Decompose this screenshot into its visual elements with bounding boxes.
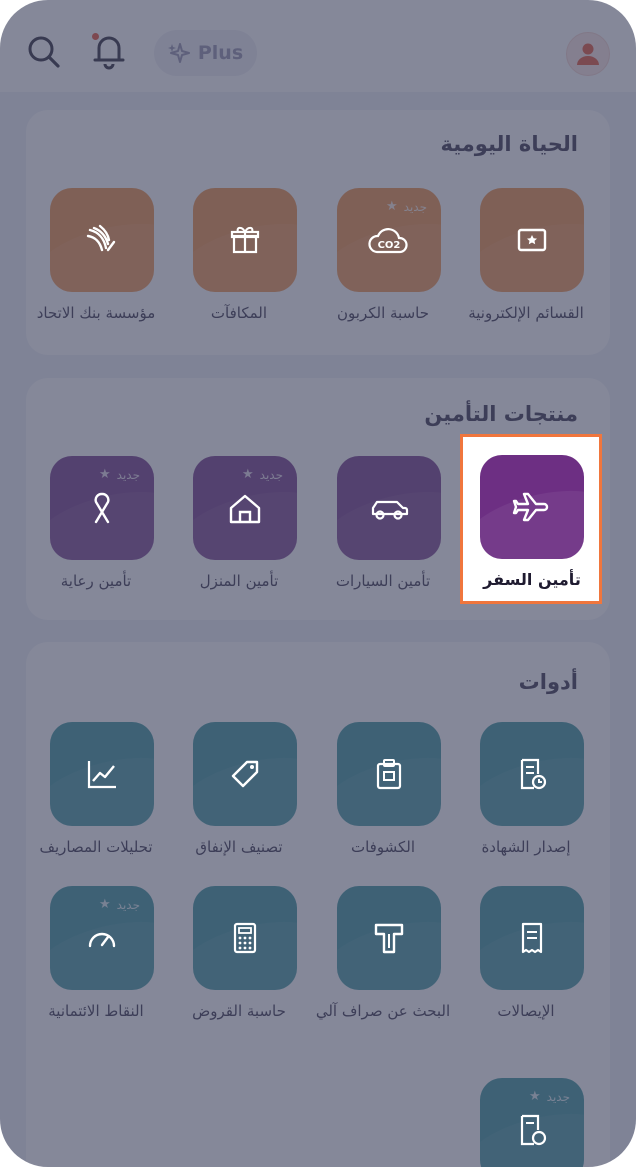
new-badge-label: جديد [259,467,283,482]
plus-button[interactable]: Plus [154,30,257,76]
tile-icon-bg: جديد ★ CO2 [337,188,441,292]
tile-icon-bg [480,886,584,990]
tile-icon-bg [193,722,297,826]
page: Plus الحياة اليومية القسائم الإلكترونية … [0,0,636,1167]
tag-icon [231,760,259,788]
plus-label: Plus [197,42,244,64]
document-clock-icon [520,1114,547,1146]
star-icon: ★ [98,897,111,912]
app-screen: Plus الحياة اليومية القسائم الإلكترونية … [0,0,636,1167]
tile-icon-bg [337,456,441,560]
tile-icon-bg [193,188,297,292]
new-badge: جديد ★ [99,467,140,482]
tile-label: المكافآت [210,304,268,322]
tile-icon-bg [50,188,154,292]
new-badge: جديد ★ [99,897,140,912]
airplane-icon [512,492,549,522]
tile-label: القسائم الإلكترونية [468,304,584,322]
tile-icon-bg: جديد ★ [50,456,154,560]
tile-icon-bg: جديد ★ [193,456,297,560]
new-badge: جديد ★ [386,199,427,214]
tile-icon-bg [50,722,154,826]
statements-icon [376,759,402,790]
tile-label: حاسبة الكربون [337,304,429,322]
new-badge: جديد ★ [242,467,283,482]
tile-label: إصدار الشهادة [481,838,571,856]
tile-label: البحث عن صراف آلي [315,1002,451,1020]
tile-label: حاسبة القروض [192,1002,286,1020]
tile-label: مؤسسة بنك الاتحاد [36,304,156,322]
new-badge-label: جديد [116,467,140,482]
tile-icon-bg [193,886,297,990]
tile-label: تأمين رعاية [60,572,132,590]
star-icon: ★ [98,467,111,482]
tools-section: أدوات إصدار الشهادة الكشوفات تصنيف الإنف… [26,642,610,1167]
car-icon [371,500,409,520]
tile-icon-bg [480,722,584,826]
tile-icon-bg: جديد ★ [50,886,154,990]
daily-life-section: الحياة اليومية القسائم الإلكترونية جديد ★… [26,110,610,355]
tile-label: تأمين المنزل [199,572,279,590]
new-badge-label: جديد [546,1089,570,1104]
co2-cloud-icon: CO2 [368,228,408,254]
insurance-title: منتجات التأمين [424,402,578,426]
ribbon-icon [94,492,110,524]
gauge-icon [88,932,116,948]
gift-icon [230,226,260,254]
new-badge-label: جديد [116,897,140,912]
receipt-icon [521,922,543,954]
tile-label: تحليلات المصاريف [39,838,153,856]
search-button[interactable] [22,30,66,74]
search-icon [28,36,60,68]
tile-label: الكشوفات [350,838,415,856]
foundation-logo-icon [86,224,116,252]
tile-icon-bg: جديد ★ [480,1078,584,1167]
svg-text:CO2: CO2 [378,240,401,251]
tile-icon-bg [337,722,441,826]
voucher-icon [517,228,547,252]
star-icon: ★ [241,467,254,482]
star-icon: ★ [528,1089,541,1104]
calculator-icon [233,922,257,954]
tools-title: أدوات [518,670,578,694]
tile-label: الإيصالات [497,1002,555,1020]
certificate-icon [520,758,547,790]
sparkle-icon [167,43,190,63]
star-icon: ★ [385,199,398,214]
tile-icon-bg [480,455,584,559]
tile-label: تأمين السفر [483,570,581,589]
home-icon [229,494,261,524]
notification-dot [92,33,99,40]
profile-avatar-button[interactable] [566,32,610,76]
tile-travel-insurance[interactable]: تأمين السفر [460,434,602,604]
line-chart-icon [87,761,116,789]
daily-life-title: الحياة اليومية [440,132,578,156]
tile-label: تصنيف الإنفاق [195,838,283,856]
top-bar: Plus [0,0,636,92]
new-badge-label: جديد [403,199,427,214]
user-avatar-icon [577,43,599,65]
atm-icon [374,923,404,954]
tile-label: تأمين السيارات [335,572,431,590]
tile-label: النقاط الائتمانية [48,1002,144,1020]
tile-icon-bg [337,886,441,990]
new-badge: جديد ★ [529,1089,570,1104]
tile-icon-bg [480,188,584,292]
